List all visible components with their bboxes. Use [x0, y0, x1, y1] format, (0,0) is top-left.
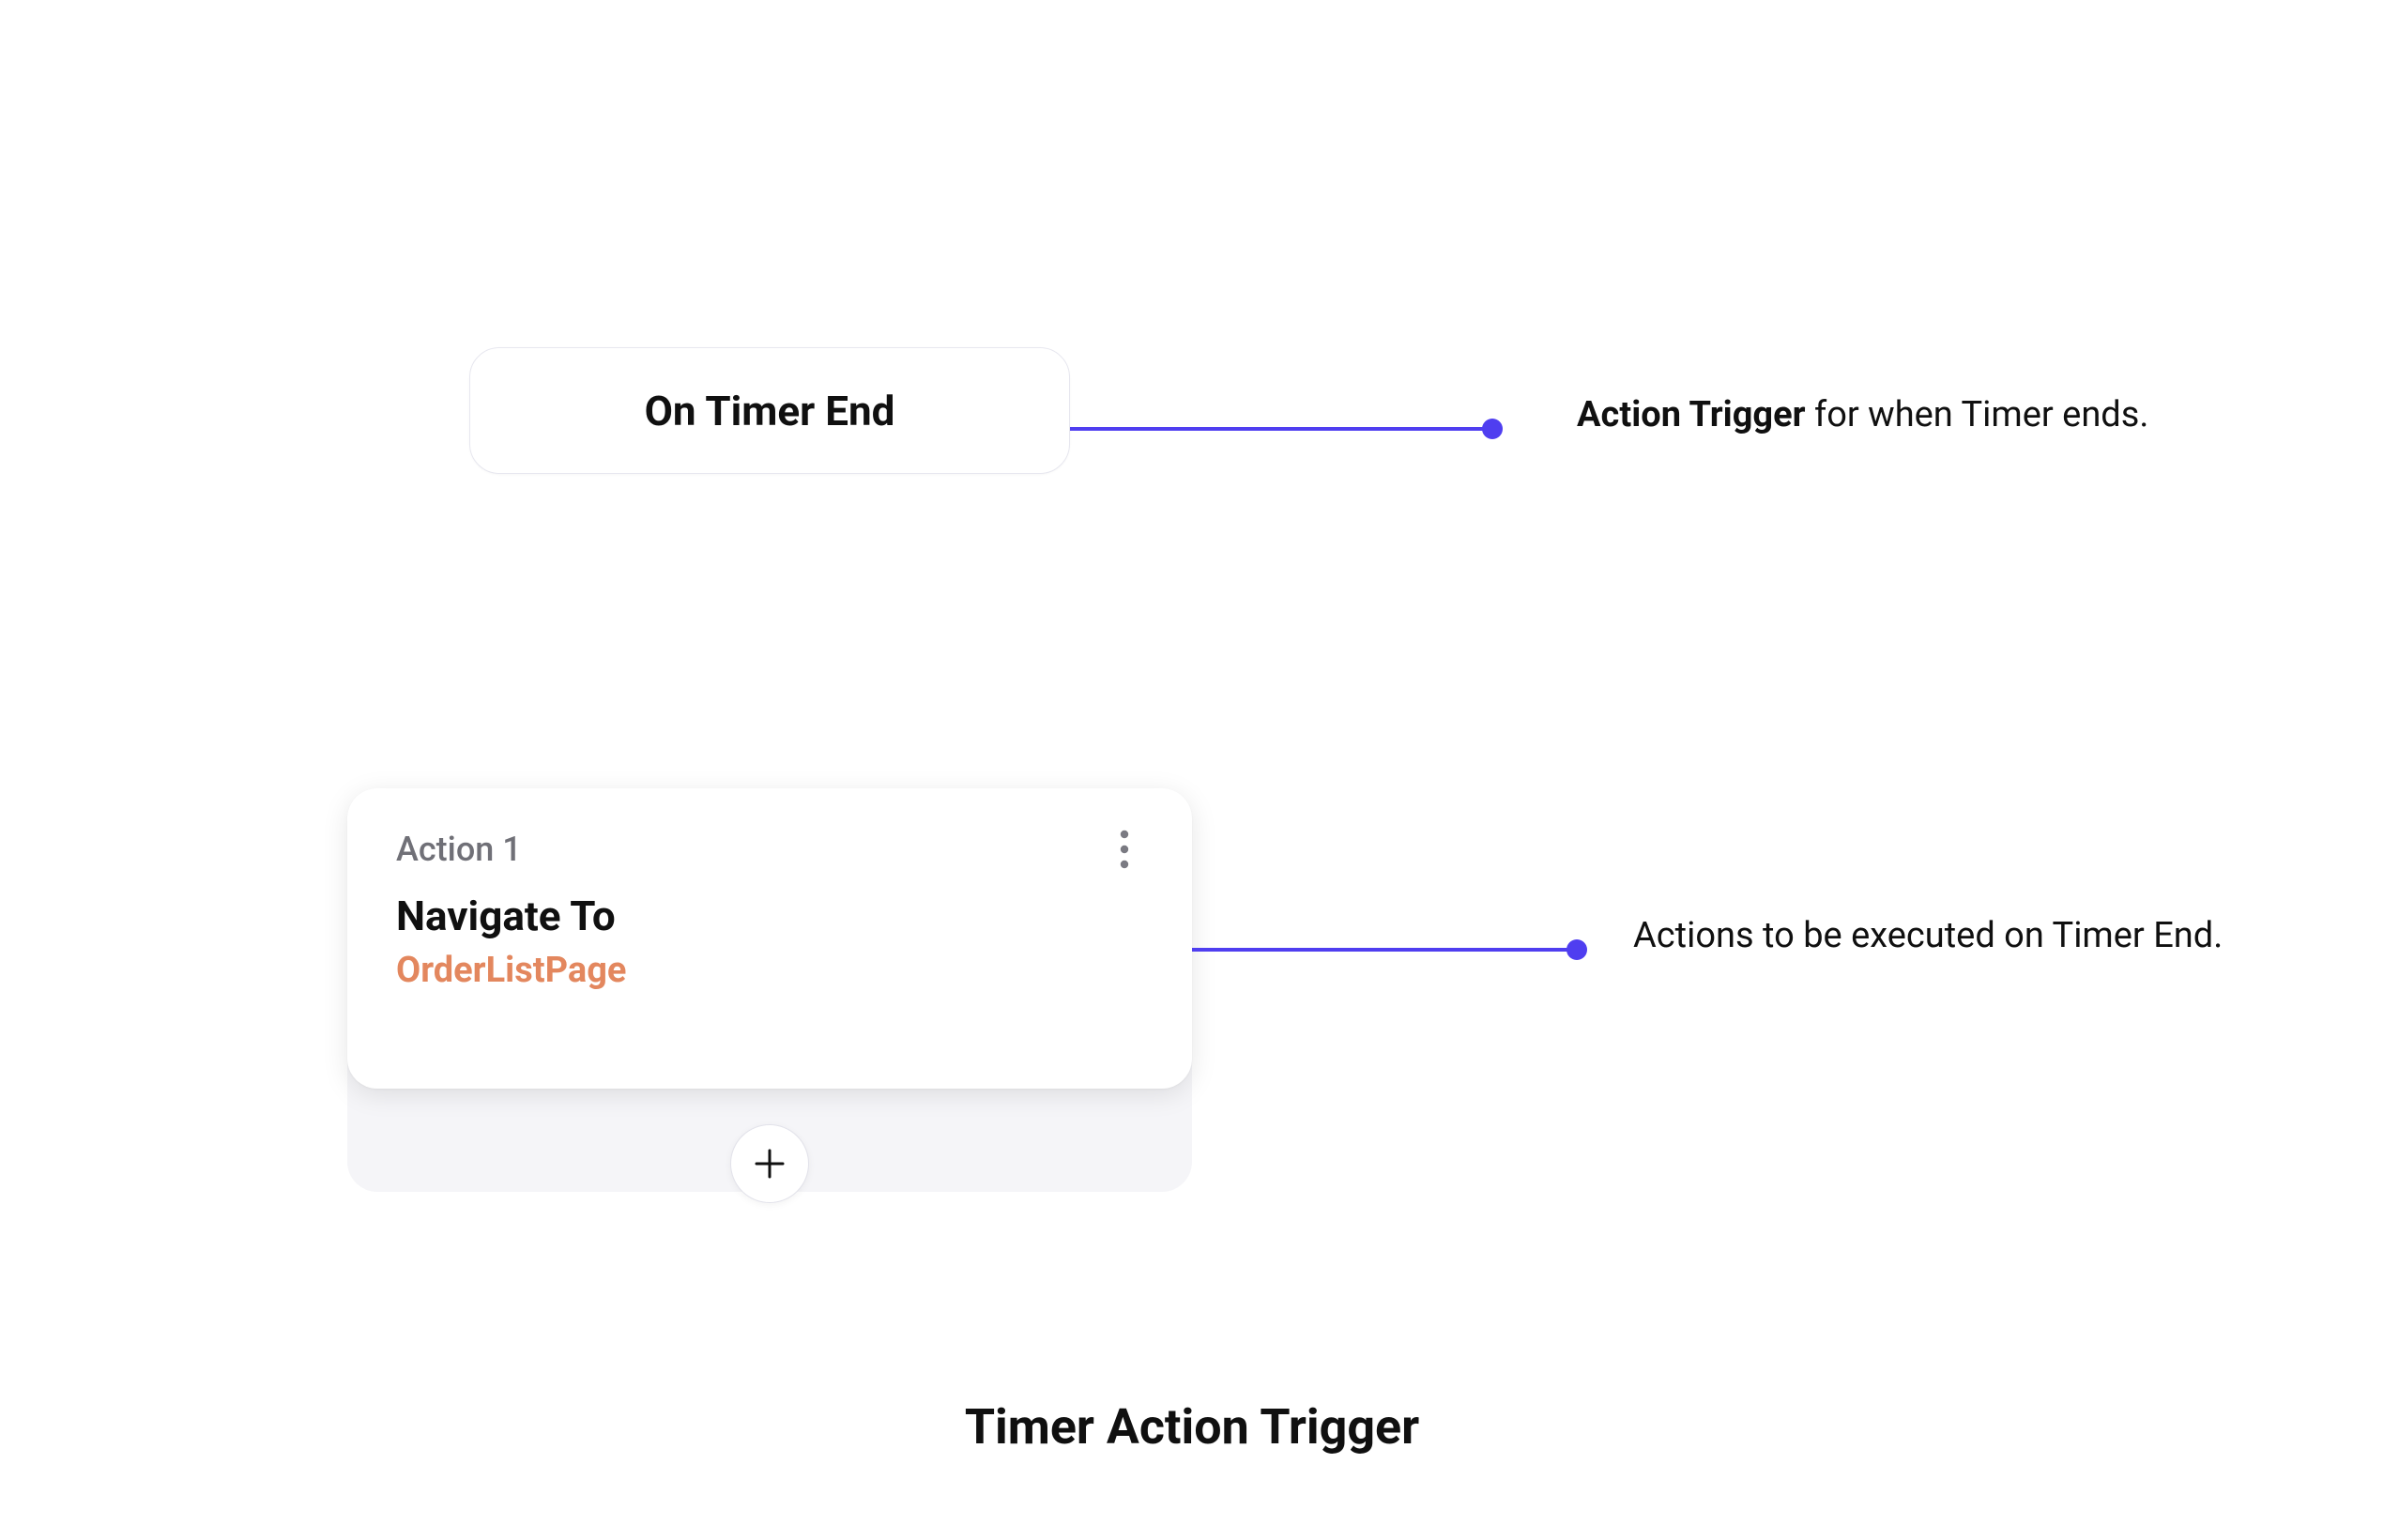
- annotation-action-text: Actions to be executed on Timer End.: [1633, 915, 2223, 956]
- connector-dot: [1566, 939, 1587, 960]
- diagram-caption: Timer Action Trigger: [0, 1398, 2384, 1456]
- annotation-trigger-bold: Action Trigger: [1577, 394, 1806, 435]
- action-card[interactable]: Action 1 Navigate To OrderListPage: [347, 788, 1192, 1089]
- more-vertical-icon: [1119, 829, 1130, 870]
- action-target: OrderListPage: [396, 950, 1143, 991]
- action-index-label: Action 1: [396, 830, 522, 869]
- action-card-header: Action 1: [396, 830, 1143, 869]
- annotation-trigger-rest: for when Timer ends.: [1806, 394, 2149, 435]
- plus-icon: [751, 1145, 788, 1182]
- connector-trigger: [1070, 427, 1483, 431]
- connector-dot: [1482, 419, 1503, 439]
- connector-action: [1192, 948, 1567, 952]
- trigger-pill[interactable]: On Timer End: [469, 347, 1070, 474]
- annotation-action: Actions to be executed on Timer End.: [1633, 910, 2223, 962]
- diagram-canvas: On Timer End Action Trigger for when Tim…: [0, 0, 2384, 1540]
- action-title: Navigate To: [396, 892, 1143, 940]
- annotation-trigger: Action Trigger for when Timer ends.: [1577, 389, 2148, 441]
- kebab-menu-button[interactable]: [1106, 831, 1143, 868]
- trigger-label: On Timer End: [645, 387, 895, 435]
- add-action-button[interactable]: [730, 1124, 809, 1203]
